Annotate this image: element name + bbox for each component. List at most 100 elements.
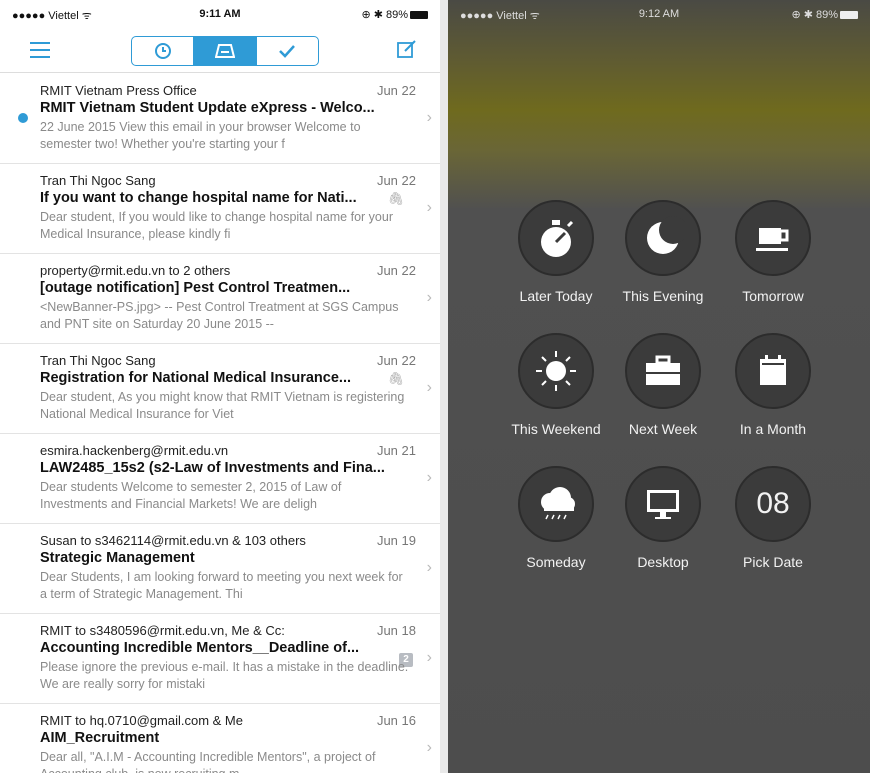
- mail-sender: property@rmit.edu.vn to 2 others: [40, 263, 231, 278]
- snooze-in-a-month[interactable]: In a Month: [713, 333, 833, 437]
- mail-item[interactable]: property@rmit.edu.vn to 2 others Jun 22 …: [0, 253, 440, 344]
- snooze-option-circle: [625, 200, 701, 276]
- mail-subject: LAW2485_15s2 (s2-Law of Investments and …: [40, 460, 385, 476]
- snooze-picker-screen: ●●●●● Viettel ᯤ 9:12 AM ⊕ ✱ 89% Later To…: [448, 0, 870, 773]
- mail-preview: <NewBanner-PS.jpg> -- Pest Control Treat…: [40, 300, 399, 331]
- mail-sender: Susan to s3462114@rmit.edu.vn & 103 othe…: [40, 533, 306, 548]
- coffee-cup-icon: [756, 228, 789, 251]
- sun-icon: [536, 351, 576, 391]
- snooze-label: Later Today: [519, 288, 593, 304]
- checkmark-icon: [279, 45, 296, 58]
- snooze-option-circle: 08: [735, 466, 811, 542]
- date-number: 08: [756, 487, 790, 520]
- stopwatch-icon: [541, 220, 574, 257]
- chevron-right-icon: ›: [426, 469, 432, 486]
- battery-label: ⊕ ✱ 89%: [791, 9, 838, 21]
- attachment-icon: 🖇: [387, 371, 404, 386]
- snooze-label: Tomorrow: [742, 288, 804, 304]
- battery-status: ⊕ ✱ 89%: [791, 8, 858, 21]
- briefcase-icon: [646, 355, 680, 385]
- status-bar: ●●●●● Viettel ᯤ 9:12 AM ⊕ ✱ 89%: [448, 0, 870, 26]
- status-bar: ●●●●● Viettel ᯤ 9:11 AM ⊕ ✱ 89%: [0, 0, 440, 26]
- snooze-option-circle: [518, 466, 594, 542]
- mail-date: Jun 18: [376, 623, 416, 638]
- mail-sender: Tran Thi Ngoc Sang: [40, 173, 156, 188]
- mail-subject: AIM_Recruitment: [40, 730, 160, 746]
- mail-preview: Please ignore the previous e-mail. It ha…: [40, 660, 409, 691]
- mail-item[interactable]: Susan to s3462114@rmit.edu.vn & 103 othe…: [0, 523, 440, 614]
- battery-label: ⊕ ✱ 89%: [361, 9, 408, 21]
- snooze-label: Pick Date: [743, 554, 803, 570]
- snooze-this-weekend[interactable]: This Weekend: [496, 333, 616, 437]
- done-tab[interactable]: [257, 37, 318, 65]
- unread-dot: [18, 113, 28, 123]
- mail-date: Jun 21: [376, 443, 416, 458]
- mail-item[interactable]: RMIT to s3480596@rmit.edu.vn, Me & Cc: J…: [0, 613, 440, 704]
- snooze-option-circle: [518, 200, 594, 276]
- snooze-option-circle: [518, 333, 594, 409]
- mail-preview: Dear student, As you might know that RMI…: [40, 390, 405, 421]
- battery-icon: [840, 11, 858, 20]
- snooze-option-circle: [625, 333, 701, 409]
- inbox-tab[interactable]: [194, 37, 257, 65]
- mail-item[interactable]: esmira.hackenberg@rmit.edu.vn Jun 21 LAW…: [0, 433, 440, 524]
- snooze-later-today[interactable]: Later Today: [496, 200, 616, 304]
- mail-sender: RMIT to hq.0710@gmail.com & Me: [40, 713, 243, 728]
- snooze-label: Someday: [526, 554, 586, 570]
- snooze-pick-date[interactable]: 08 Pick Date: [713, 466, 833, 570]
- mailbox-segmented-control: [131, 36, 319, 66]
- snooze-label: Desktop: [637, 554, 689, 570]
- chevron-right-icon: ›: [426, 559, 432, 576]
- inbox-icon: [214, 44, 235, 58]
- snooze-someday[interactable]: Someday: [496, 466, 616, 570]
- chevron-right-icon: ›: [426, 379, 432, 396]
- snooze-next-week[interactable]: Next Week: [603, 333, 723, 437]
- mail-subject: RMIT Vietnam Student Update eXpress - We…: [40, 100, 375, 116]
- snooze-desktop[interactable]: Desktop: [603, 466, 723, 570]
- mail-date: Jun 19: [376, 533, 416, 548]
- mail-toolbar: [0, 30, 440, 73]
- mail-item[interactable]: Tran Thi Ngoc Sang Jun 22 If you want to…: [0, 163, 440, 254]
- mail-subject: [outage notification] Pest Control Treat…: [40, 280, 351, 296]
- mail-date: Jun 22: [376, 263, 416, 278]
- mail-preview: Dear students Welcome to semester 2, 201…: [40, 480, 342, 511]
- mail-item[interactable]: Tran Thi Ngoc Sang Jun 22 Registration f…: [0, 343, 440, 434]
- snooze-option-circle: [625, 466, 701, 542]
- mail-subject: Strategic Management: [40, 550, 195, 566]
- mail-subject: Registration for National Medical Insura…: [40, 370, 352, 386]
- mail-sender: RMIT Vietnam Press Office: [40, 83, 197, 98]
- mail-list-screen: ●●●●● Viettel ᯤ 9:11 AM ⊕ ✱ 89% RMIT Vie…: [0, 0, 440, 773]
- mail-subject: Accounting Incredible Mentors__Deadline …: [40, 640, 360, 656]
- chevron-right-icon: ›: [426, 739, 432, 756]
- mail-preview: Dear student, If you would like to chang…: [40, 210, 393, 241]
- battery-icon: [410, 11, 428, 20]
- snooze-this-evening[interactable]: This Evening: [603, 200, 723, 304]
- snooze-label: This Weekend: [511, 421, 601, 437]
- battery-status: ⊕ ✱ 89%: [361, 8, 428, 21]
- chevron-right-icon: ›: [426, 649, 432, 666]
- snooze-tomorrow[interactable]: Tomorrow: [713, 200, 833, 304]
- mail-preview: Dear Students, I am looking forward to m…: [40, 570, 403, 601]
- screen-divider: [440, 0, 448, 773]
- later-tab[interactable]: [132, 37, 195, 65]
- mail-date: Jun 22: [376, 353, 416, 368]
- monitor-icon: [647, 490, 679, 519]
- mail-item[interactable]: RMIT Vietnam Press Office Jun 22 RMIT Vi…: [0, 73, 440, 164]
- mail-date: Jun 22: [376, 173, 416, 188]
- clock-icon: [154, 43, 171, 59]
- chevron-right-icon: ›: [426, 199, 432, 216]
- mail-sender: esmira.hackenberg@rmit.edu.vn: [40, 443, 229, 458]
- mail-date: Jun 22: [376, 83, 416, 98]
- attachment-icon: 🖇: [387, 191, 404, 206]
- snooze-label: This Evening: [622, 288, 704, 304]
- moon-icon: [647, 216, 685, 254]
- calendar-icon: [760, 355, 786, 385]
- mail-item[interactable]: RMIT to hq.0710@gmail.com & Me Jun 16 AI…: [0, 703, 440, 773]
- snooze-option-circle: [735, 200, 811, 276]
- compose-icon[interactable]: [396, 38, 418, 60]
- mail-subject: If you want to change hospital name for …: [40, 190, 357, 206]
- menu-icon[interactable]: [30, 42, 50, 58]
- rain-cloud-icon: [541, 487, 575, 520]
- mail-preview: Dear all, "A.I.M - Accounting Incredible…: [40, 750, 376, 773]
- snooze-label: In a Month: [739, 421, 807, 437]
